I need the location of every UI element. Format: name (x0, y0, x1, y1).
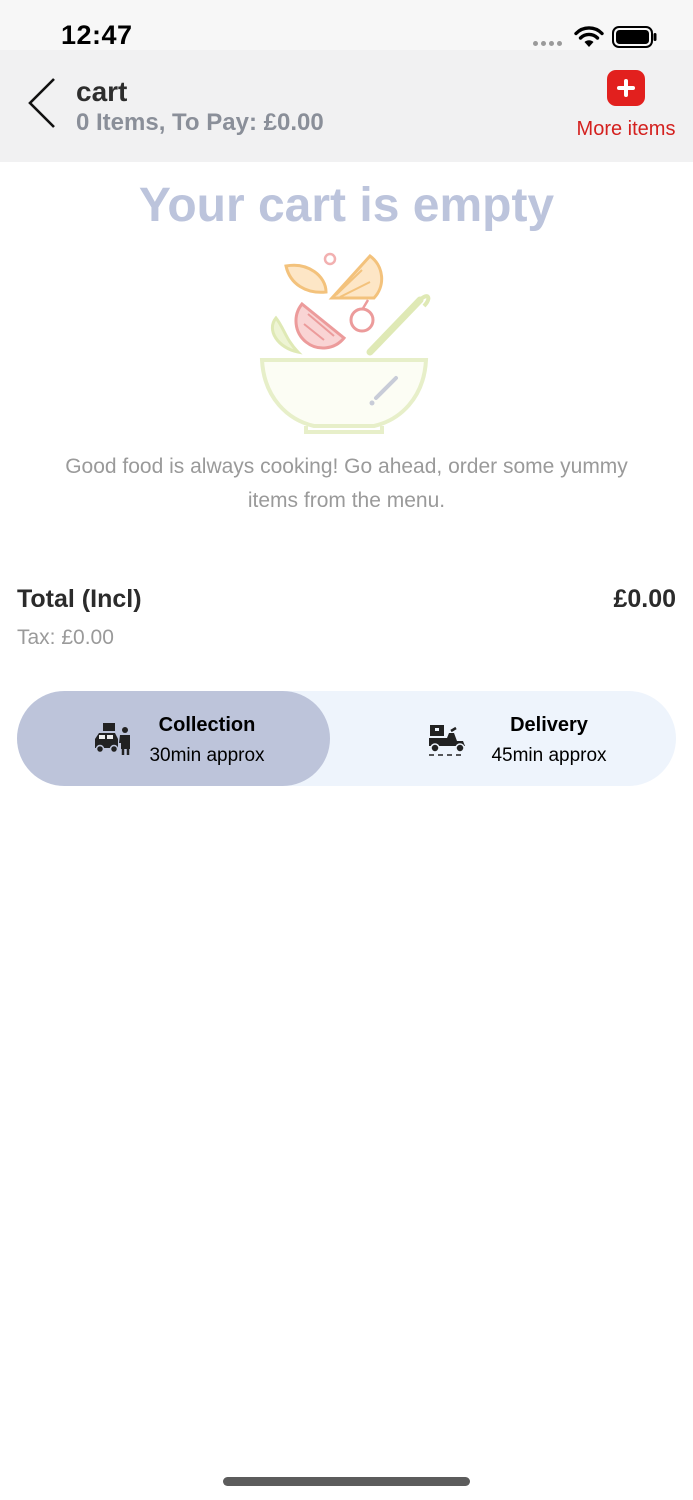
collection-car-icon (95, 723, 130, 755)
delivery-option[interactable]: Delivery 45min approx (337, 691, 676, 786)
home-indicator[interactable] (223, 1477, 470, 1486)
wifi-icon (574, 26, 604, 47)
collection-title: Collection (158, 714, 256, 736)
order-type-toggle: Collection 30min approx Delivery 45min a… (17, 691, 676, 786)
back-chevron-icon[interactable] (24, 76, 60, 130)
status-bar: 12:47 (0, 0, 693, 50)
total-value: £0.00 (613, 585, 676, 613)
total-label: Total (Incl) (17, 585, 142, 613)
tax-label: Tax: £0.00 (17, 626, 114, 649)
cellular-signal-icon (533, 41, 562, 46)
delivery-scooter-icon (429, 725, 465, 756)
page-title: cart (76, 76, 128, 107)
battery-icon (612, 26, 657, 48)
more-items-label: More items (576, 118, 676, 140)
empty-cart-message: Good food is always cooking! Go ahead, o… (65, 455, 628, 512)
delivery-text: Delivery 45min approx (479, 714, 619, 767)
cart-summary: 0 Items, To Pay: £0.00 (76, 109, 324, 136)
collection-option[interactable]: Collection 30min approx (17, 691, 330, 786)
cart-header: cart 0 Items, To Pay: £0.00 More items (0, 50, 693, 162)
collection-time: 30min approx (149, 745, 265, 766)
delivery-time: 45min approx (491, 745, 607, 766)
collection-text: Collection 30min approx (141, 714, 273, 767)
status-time: 12:47 (61, 20, 133, 50)
delivery-title: Delivery (510, 714, 588, 736)
more-items-button[interactable]: More items (568, 70, 684, 141)
salad-bowl-illustration (259, 252, 431, 434)
empty-cart-title: Your cart is empty (138, 179, 555, 232)
plus-icon (607, 70, 645, 106)
